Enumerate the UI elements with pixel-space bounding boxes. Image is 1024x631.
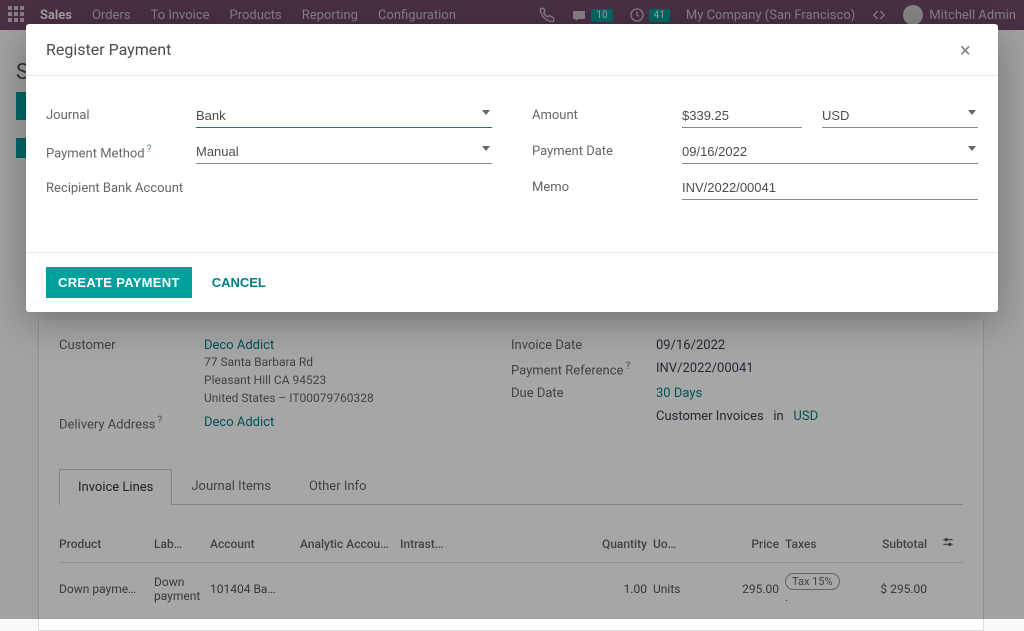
modal-footer: CREATE PAYMENT CANCEL (26, 252, 998, 312)
modal-title: Register Payment (46, 40, 171, 59)
chevron-down-icon[interactable] (482, 146, 490, 151)
payment-method-label: Payment Method? (46, 140, 196, 161)
register-payment-modal: Register Payment × Journal Payment Metho… (26, 24, 998, 312)
amount-field[interactable] (682, 104, 802, 128)
modal-body: Journal Payment Method? Recipient Bank A… (26, 76, 998, 252)
amount-label: Amount (532, 104, 682, 123)
payment-method-field[interactable] (196, 140, 492, 164)
payment-date-label: Payment Date (532, 140, 682, 159)
memo-label: Memo (532, 176, 682, 195)
create-payment-button[interactable]: CREATE PAYMENT (46, 267, 192, 298)
journal-label: Journal (46, 104, 196, 123)
cancel-button[interactable]: CANCEL (212, 275, 266, 290)
currency-field[interactable] (822, 104, 978, 128)
chevron-down-icon[interactable] (968, 146, 976, 151)
memo-field[interactable] (682, 176, 978, 200)
close-icon[interactable]: × (960, 41, 978, 59)
chevron-down-icon[interactable] (968, 110, 976, 115)
journal-field[interactable] (196, 104, 492, 128)
payment-date-field[interactable] (682, 140, 978, 164)
memo-input[interactable] (682, 176, 978, 199)
payment-date-input[interactable] (682, 140, 978, 163)
journal-input[interactable] (196, 104, 492, 127)
currency-input[interactable] (822, 104, 978, 127)
modal-header: Register Payment × (26, 24, 998, 76)
recipient-bank-label: Recipient Bank Account (46, 176, 196, 198)
help-icon[interactable]: ? (147, 144, 152, 155)
amount-input[interactable] (682, 104, 802, 127)
chevron-down-icon[interactable] (482, 110, 490, 115)
payment-method-input[interactable] (196, 140, 492, 163)
